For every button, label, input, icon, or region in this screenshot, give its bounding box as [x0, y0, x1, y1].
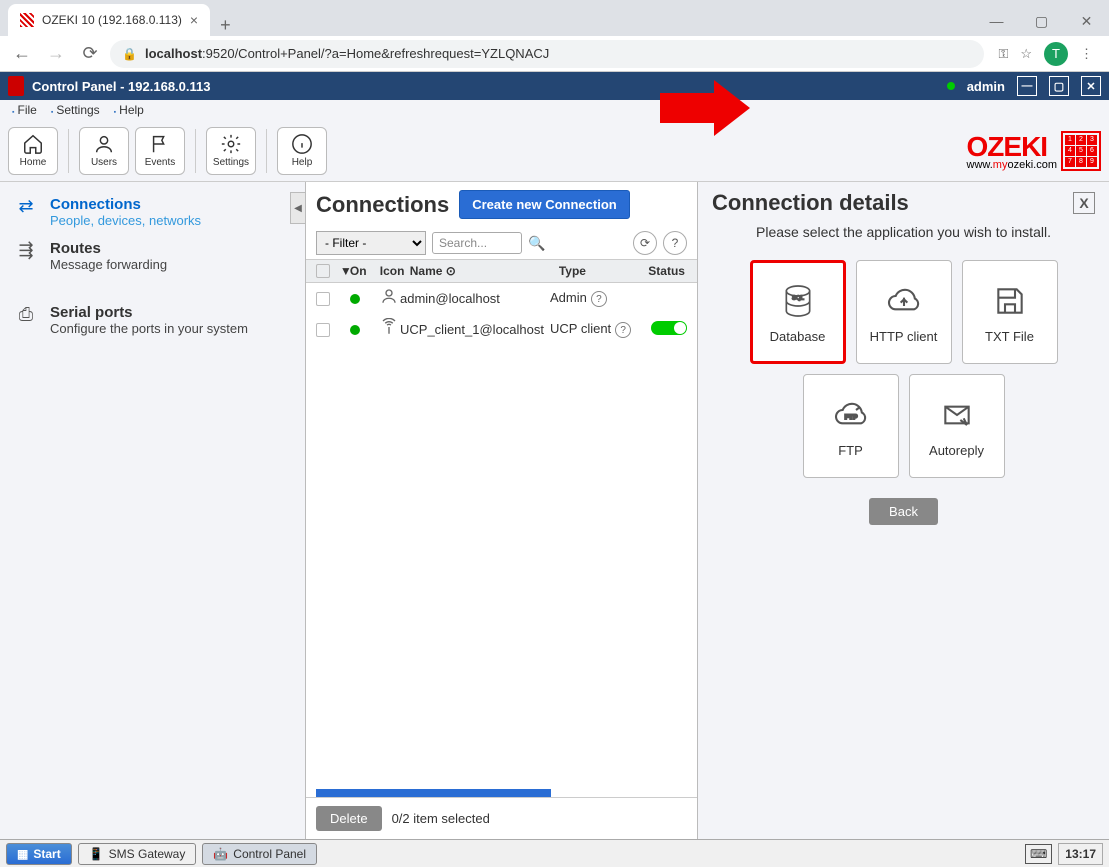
reply-icon: [937, 395, 977, 435]
close-details-button[interactable]: X: [1073, 192, 1095, 214]
toolbar-help[interactable]: Help: [277, 127, 327, 175]
app-title: Control Panel - 192.168.0.113: [32, 79, 210, 94]
sidebar-item-serial[interactable]: ⎙ Serial portsConfigure the ports in you…: [8, 298, 297, 342]
tile-autoreply[interactable]: Autoreply: [909, 374, 1005, 478]
delete-button[interactable]: Delete: [316, 806, 382, 831]
connections-title: Connections: [316, 192, 449, 218]
cloud-icon: [884, 281, 924, 321]
database-icon: SQL: [778, 281, 818, 321]
user-label[interactable]: admin: [967, 79, 1005, 94]
url-path: :9520/Control+Panel/?a=Home&refreshreque…: [202, 46, 549, 61]
toolbar-events[interactable]: Events: [135, 127, 185, 175]
info-icon: [291, 133, 313, 155]
app-close[interactable]: ✕: [1081, 76, 1101, 96]
toolbar-settings[interactable]: Settings: [206, 127, 256, 175]
antenna-icon: [376, 318, 396, 341]
taskbar-control-panel[interactable]: 🤖 Control Panel: [202, 843, 317, 865]
flag-icon: [149, 133, 171, 155]
logo-grid-icon: 123456789: [1061, 131, 1101, 171]
status-dot-icon: [350, 294, 360, 304]
url-host: localhost: [145, 46, 202, 61]
nav-back-icon[interactable]: ←: [8, 43, 36, 64]
help-button[interactable]: ?: [663, 231, 687, 255]
new-tab-button[interactable]: +: [210, 15, 241, 36]
refresh-button[interactable]: ⟳: [633, 231, 657, 255]
save-icon: [990, 281, 1030, 321]
window-close[interactable]: ✕: [1064, 6, 1109, 36]
row-checkbox[interactable]: [316, 323, 330, 337]
app-minimize[interactable]: —: [1017, 76, 1037, 96]
window-minimize[interactable]: —: [974, 6, 1019, 36]
clock[interactable]: 13:17: [1058, 843, 1103, 865]
status-dot-icon: [350, 325, 360, 335]
row-checkbox[interactable]: [316, 292, 330, 306]
app-maximize[interactable]: ▢: [1049, 76, 1069, 96]
nav-forward-icon: →: [42, 43, 70, 64]
sidebar-item-connections[interactable]: ⇄ ConnectionsPeople, devices, networks: [8, 190, 297, 234]
key-icon[interactable]: ⚿: [998, 46, 1008, 62]
tile-database[interactable]: SQL Database: [750, 260, 846, 364]
person-icon: [376, 287, 396, 310]
svg-text:FTP: FTP: [844, 414, 857, 421]
tile-ftp[interactable]: FTP FTP: [803, 374, 899, 478]
status-dot-icon: [947, 82, 955, 90]
tab-close-icon[interactable]: ×: [190, 12, 198, 28]
details-message: Please select the application you wish t…: [712, 224, 1095, 240]
ftp-icon: FTP: [831, 395, 871, 435]
address-bar[interactable]: 🔒 localhost:9520/Control+Panel/?a=Home&r…: [110, 40, 984, 68]
selection-count: 0/2 item selected: [392, 811, 490, 826]
menu-help[interactable]: Help: [108, 103, 150, 117]
browser-tab[interactable]: OZEKI 10 (192.168.0.113) ×: [8, 4, 210, 36]
sort-icon[interactable]: ⊙: [446, 264, 456, 278]
lock-icon: 🔒: [122, 47, 137, 61]
search-icon[interactable]: 🔍: [528, 235, 545, 252]
sidebar-collapse[interactable]: ◀: [290, 192, 306, 224]
table-row[interactable]: admin@localhost Admin?: [306, 283, 697, 314]
profile-avatar[interactable]: T: [1044, 42, 1068, 66]
table-row[interactable]: UCP_client_1@localhost UCP client?: [306, 314, 697, 345]
filter-select[interactable]: - Filter -: [316, 231, 426, 255]
app-icon: [8, 76, 24, 96]
tile-txt[interactable]: TXT File: [962, 260, 1058, 364]
connections-icon: ⇄: [12, 196, 40, 228]
tab-title: OZEKI 10 (192.168.0.113): [42, 13, 182, 27]
nav-reload-icon[interactable]: ⟳: [76, 43, 104, 64]
gear-icon: [220, 133, 242, 155]
start-button[interactable]: ▦ Start: [6, 843, 72, 865]
help-icon[interactable]: ?: [615, 322, 631, 338]
logo[interactable]: OZEKI www.myozeki.com 123456789: [967, 131, 1101, 171]
select-all-checkbox[interactable]: [316, 264, 330, 278]
h-scrollbar[interactable]: [316, 789, 551, 797]
help-icon[interactable]: ?: [591, 291, 607, 307]
phone-icon: 📱: [89, 847, 104, 861]
create-connection-button[interactable]: Create new Connection: [459, 190, 629, 219]
toolbar-home[interactable]: Home: [8, 127, 58, 175]
window-maximize[interactable]: ▢: [1019, 6, 1064, 36]
home-icon: [22, 133, 44, 155]
svg-text:SQL: SQL: [792, 295, 804, 301]
annotation-arrow: [660, 80, 750, 136]
sidebar-item-routes[interactable]: ⇶ RoutesMessage forwarding: [8, 234, 297, 278]
menu-settings[interactable]: Settings: [45, 103, 106, 117]
taskbar-sms[interactable]: 📱 SMS Gateway: [78, 843, 197, 865]
favicon: [20, 13, 34, 27]
toolbar-users[interactable]: Users: [79, 127, 129, 175]
user-icon: [93, 133, 115, 155]
keyboard-icon[interactable]: ⌨: [1025, 844, 1052, 864]
menu-file[interactable]: File: [6, 103, 43, 117]
robot-icon: 🤖: [213, 847, 228, 861]
details-title: Connection details: [712, 190, 909, 216]
tile-http[interactable]: HTTP client: [856, 260, 952, 364]
search-input[interactable]: Search...: [432, 232, 522, 254]
back-button[interactable]: Back: [869, 498, 938, 525]
grid-icon: ▦: [17, 847, 28, 861]
serial-icon: ⎙: [12, 304, 40, 336]
star-icon[interactable]: ☆: [1020, 46, 1032, 62]
routes-icon: ⇶: [12, 240, 40, 272]
menu-dots-icon[interactable]: ⋮: [1080, 46, 1093, 62]
table-header: ▼ On Icon Name ⊙ Type Status: [306, 259, 697, 283]
toggle-on[interactable]: [651, 321, 687, 335]
